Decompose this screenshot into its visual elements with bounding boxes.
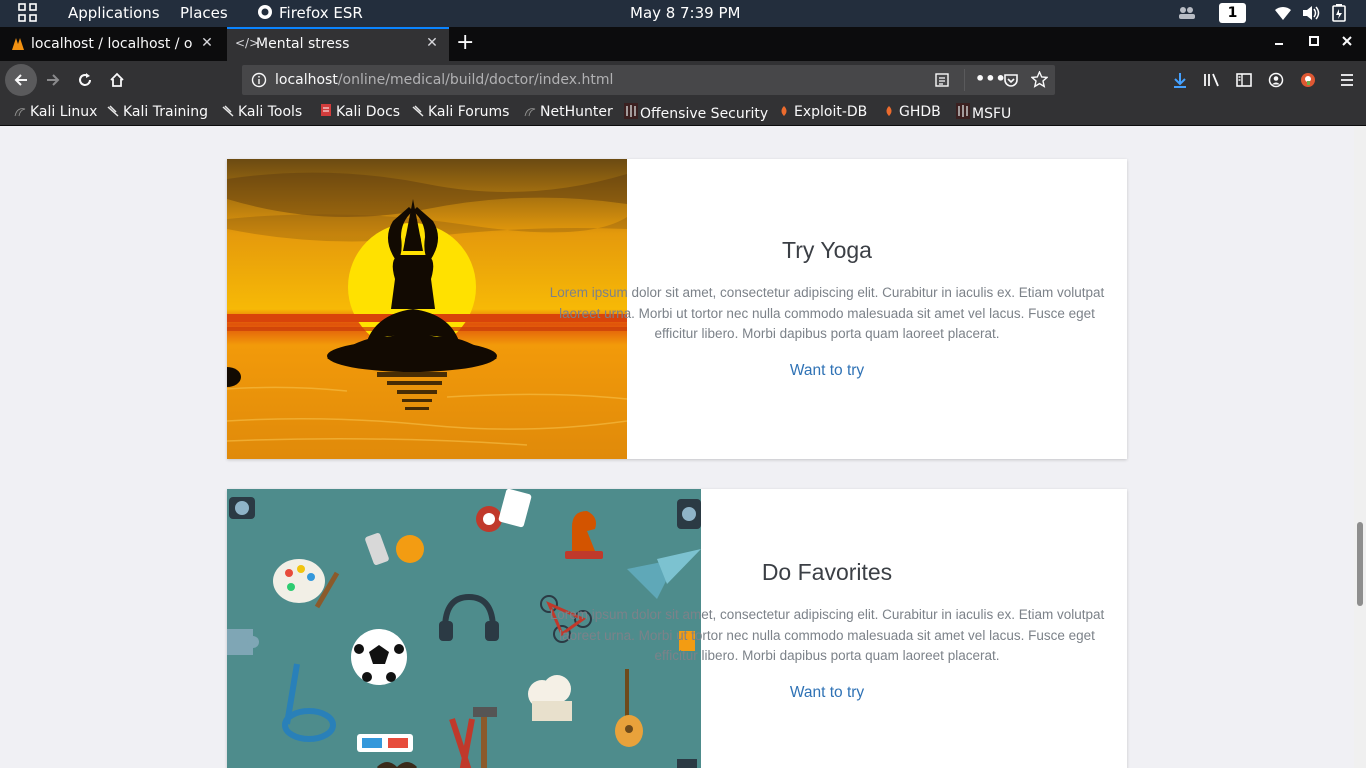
tab-phpmyadmin[interactable]: localhost / localhost / onli ✕ [0, 27, 224, 61]
reload-button[interactable] [71, 66, 99, 94]
clock-date[interactable]: May 8 [630, 4, 675, 23]
kali-icon [222, 104, 234, 117]
card-title: Try Yoga [782, 237, 872, 263]
forward-button[interactable] [39, 66, 67, 94]
bookmark-kali-forums[interactable]: Kali Forums [412, 103, 509, 121]
url-bar[interactable]: localhost/online/medical/build/doctor/in… [242, 65, 1055, 95]
bookmarks-toolbar: Kali Linux Kali Training Kali Tools Kali… [0, 99, 1366, 126]
hamburger-menu-icon[interactable] [1333, 66, 1361, 94]
navigation-toolbar: localhost/online/medical/build/doctor/in… [0, 61, 1366, 99]
app-grid-icon[interactable] [18, 3, 38, 28]
bookmark-label: Kali Docs [336, 104, 401, 120]
bookmark-kali-docs[interactable]: Kali Docs [320, 103, 400, 121]
browser-tab-bar: localhost / localhost / onli ✕ </> Menta… [0, 27, 1366, 61]
battery-icon[interactable] [1332, 4, 1346, 27]
page-actions-icon[interactable]: ••• [975, 69, 1006, 88]
tab-label: Mental stress [256, 36, 350, 52]
account-icon[interactable] [1262, 66, 1290, 94]
page-content: Try Yoga Lorem ipsum dolor sit amet, con… [0, 126, 1354, 768]
bookmark-label: NetHunter [540, 104, 613, 120]
camera-icon [229, 497, 255, 519]
url-path: /online/medical/build/doctor/index.html [337, 72, 614, 88]
3d-glasses-icon [357, 734, 413, 752]
bookmark-label: Kali Forums [428, 104, 510, 120]
scrollbar-thumb[interactable] [1357, 522, 1363, 606]
exploitdb-icon [778, 104, 790, 116]
bookmark-kali-tools[interactable]: Kali Tools [222, 103, 302, 121]
bookmark-label: MSFU [972, 106, 1012, 122]
back-button[interactable] [5, 64, 37, 96]
soccer-ball-icon [351, 629, 407, 685]
tab-label: localhost / localhost / onli [31, 36, 193, 52]
applications-menu[interactable]: Applications [68, 4, 160, 23]
bookmark-label: Offensive Security [640, 106, 769, 122]
card-description: Lorem ipsum dolor sit amet, consectetur … [549, 285, 1105, 341]
firefox-app-label[interactable]: Firefox ESR [279, 4, 363, 23]
bookmark-nethunter[interactable]: NetHunter [524, 103, 613, 121]
url-text[interactable]: localhost/online/medical/build/doctor/in… [275, 71, 613, 89]
bookmark-label: Kali Tools [238, 104, 303, 120]
kali-icon [107, 104, 119, 117]
bookmark-exploit-db[interactable]: Exploit-DB [778, 103, 867, 121]
activity-card-yoga: Try Yoga Lorem ipsum dolor sit amet, con… [227, 159, 1127, 459]
url-host: localhost [275, 72, 338, 88]
want-to-try-link[interactable]: Want to try [577, 683, 1077, 703]
volume-icon[interactable] [1302, 5, 1320, 26]
duckduckgo-extension-icon[interactable] [1294, 66, 1322, 94]
minimize-window-button[interactable] [1272, 33, 1286, 51]
close-tab-icon[interactable]: ✕ [424, 35, 440, 51]
bookmark-label: Kali Training [123, 104, 208, 120]
sidebar-icon[interactable] [1230, 66, 1258, 94]
site-info-icon[interactable] [251, 72, 267, 92]
users-icon[interactable] [1178, 5, 1196, 26]
workspace-indicator[interactable]: 1 [1219, 3, 1246, 23]
places-menu[interactable]: Places [180, 4, 228, 23]
nethunter-icon [524, 104, 536, 117]
new-tab-button[interactable]: + [456, 31, 474, 55]
bookmark-offensive-security[interactable]: Offensive Security [624, 103, 768, 123]
activity-card-favorites: Do Favorites Lorem ipsum dolor sit amet,… [227, 489, 1127, 768]
card-title: Do Favorites [761, 559, 893, 585]
pocket-icon[interactable] [1003, 72, 1019, 92]
bookmark-label: Exploit-DB [794, 104, 868, 120]
bottle-icon [677, 759, 697, 768]
exploitdb-icon [883, 104, 895, 116]
bookmark-label: Kali Linux [30, 104, 98, 120]
bookmark-label: GHDB [899, 104, 941, 120]
kali-icon [412, 104, 424, 117]
offsec-icon [624, 103, 638, 119]
page-scrollbar[interactable] [1354, 126, 1366, 768]
system-top-bar: Applications Places Firefox ESR May 8 7:… [0, 0, 1366, 27]
clock-time[interactable]: 7:39 PM [680, 4, 740, 23]
wifi-icon[interactable] [1274, 5, 1292, 26]
reader-view-icon[interactable] [934, 72, 950, 92]
kali-icon [14, 104, 26, 117]
poker-chip-icon [476, 506, 502, 532]
home-button[interactable] [103, 66, 131, 94]
bookmark-ghdb[interactable]: GHDB [883, 103, 941, 121]
tab-mental-stress[interactable]: </> Mental stress ✕ [227, 27, 449, 61]
card-description: Lorem ipsum dolor sit amet, consectetur … [549, 607, 1105, 663]
downloads-icon[interactable] [1166, 66, 1194, 94]
kali-docs-icon [320, 103, 332, 116]
maximize-window-button[interactable] [1307, 33, 1321, 52]
bookmark-kali-linux[interactable]: Kali Linux [14, 103, 97, 121]
close-window-button[interactable] [1340, 33, 1354, 52]
firefox-icon [257, 4, 273, 25]
close-tab-icon[interactable]: ✕ [199, 35, 215, 51]
bookmark-star-icon[interactable] [1030, 70, 1049, 92]
want-to-try-link[interactable]: Want to try [577, 361, 1077, 381]
urlbar-divider [964, 69, 965, 91]
camera-icon-2 [677, 499, 701, 529]
phpmyadmin-icon [10, 36, 26, 56]
bookmark-msfu[interactable]: MSFU [956, 103, 1011, 123]
offsec-icon [956, 103, 970, 119]
bookmark-kali-training[interactable]: Kali Training [107, 103, 208, 121]
library-icon[interactable] [1198, 66, 1226, 94]
